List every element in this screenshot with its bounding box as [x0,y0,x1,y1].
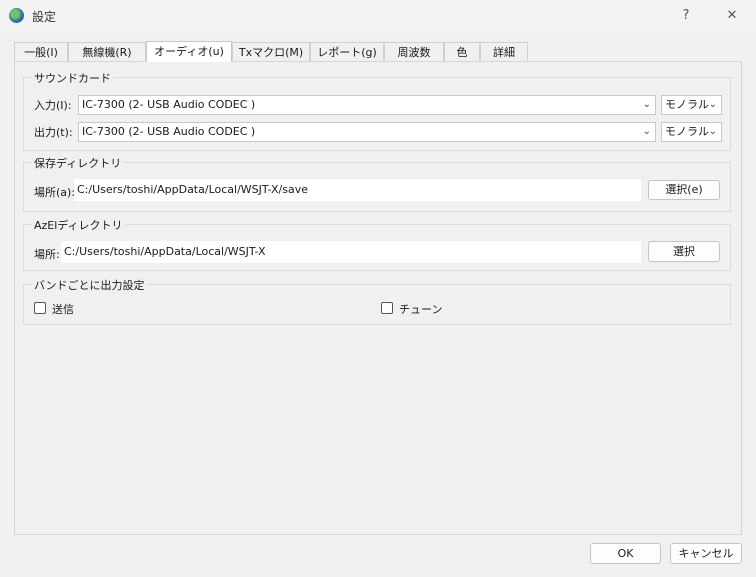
chevron-down-icon: ⌄ [642,126,651,137]
band-output-group: バンドごとに出力設定 送信 チューン [23,277,731,325]
soundcard-group: サウンドカード 入力(I): IC-7300 (2- USB Audio COD… [23,70,731,151]
window-title: 設定 [32,10,57,24]
input-label: 入力(I): [34,99,72,112]
input-device-select[interactable]: IC-7300 (2- USB Audio CODEC ) ⌄ [78,95,656,115]
output-channel-value: モノラル [665,125,709,138]
input-device-value: IC-7300 (2- USB Audio CODEC ) [82,98,256,111]
output-channel-select[interactable]: モノラル ⌄ [661,122,722,142]
tune-label: チューン [399,303,443,316]
title-bar: 設定 ? ✕ [0,0,756,32]
azel-select-button[interactable]: 選択 [648,241,720,262]
tab-tx-macros[interactable]: Txマクロ(M) [232,42,310,61]
transmit-checkbox[interactable] [34,302,46,314]
chevron-down-icon: ⌄ [642,99,651,110]
tab-general[interactable]: 一般(I) [14,42,68,61]
azel-directory-group-title: AzElディレクトリ [32,217,125,233]
tab-radio[interactable]: 無線機(R) [68,42,146,61]
cancel-button[interactable]: キャンセル [670,543,742,564]
tab-audio[interactable]: オーディオ(u) [146,41,232,62]
tab-colors[interactable]: 色 [444,42,480,61]
tab-reporting[interactable]: レポート(g) [310,42,384,61]
soundcard-group-title: サウンドカード [32,70,113,86]
save-path-field[interactable]: C:/Users/toshi/AppData/Local/WSJT-X/save [74,179,641,201]
output-label: 出力(t): [34,126,73,139]
output-device-value: IC-7300 (2- USB Audio CODEC ) [82,125,256,138]
save-location-label: 場所(a): [34,186,76,199]
tab-advanced[interactable]: 詳細 [480,42,528,61]
azel-path-field[interactable]: C:/Users/toshi/AppData/Local/WSJT-X [61,241,641,263]
tune-checkbox[interactable] [381,302,393,314]
app-globe-icon [9,8,24,23]
chevron-down-icon: ⌄ [708,99,717,110]
input-channel-select[interactable]: モノラル ⌄ [661,95,722,115]
ok-button[interactable]: OK [590,543,661,564]
band-output-group-title: バンドごとに出力設定 [32,277,147,293]
save-directory-group: 保存ディレクトリ 場所(a): C:/Users/toshi/AppData/L… [23,155,731,212]
close-button[interactable]: ✕ [720,6,744,26]
output-device-select[interactable]: IC-7300 (2- USB Audio CODEC ) ⌄ [78,122,656,142]
azel-directory-group: AzElディレクトリ 場所: C:/Users/toshi/AppData/Lo… [23,217,731,271]
input-channel-value: モノラル [665,98,709,111]
azel-location-label: 場所: [34,248,60,261]
help-button[interactable]: ? [674,6,698,26]
transmit-label: 送信 [52,303,74,316]
save-directory-group-title: 保存ディレクトリ [32,155,124,171]
chevron-down-icon: ⌄ [708,126,717,137]
audio-panel: サウンドカード 入力(I): IC-7300 (2- USB Audio COD… [14,61,742,535]
save-select-button[interactable]: 選択(e) [648,180,720,200]
tab-frequencies[interactable]: 周波数 [384,42,444,61]
